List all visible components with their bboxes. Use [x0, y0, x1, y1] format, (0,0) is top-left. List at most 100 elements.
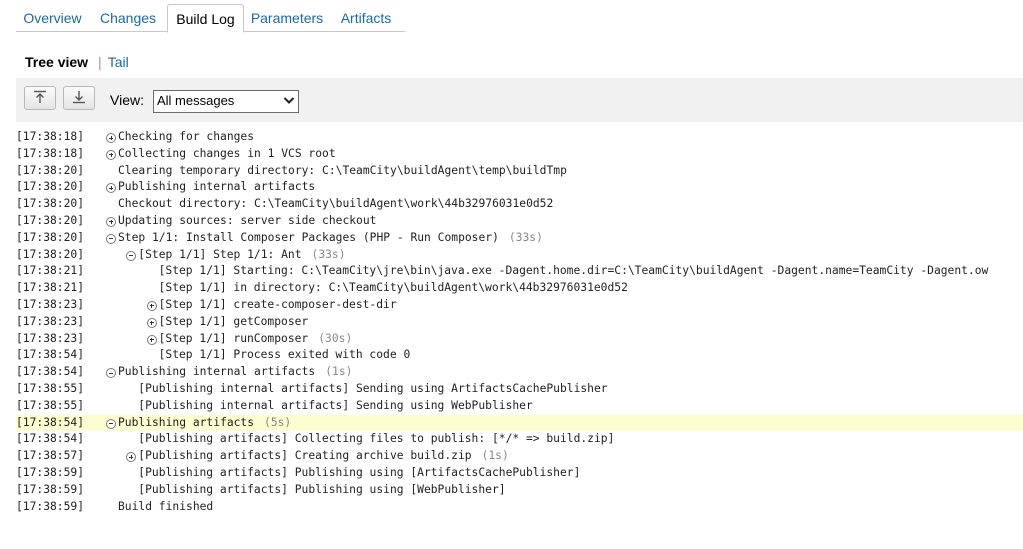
expand-icon[interactable] — [106, 133, 116, 143]
log-text: Publishing internal artifacts — [118, 365, 316, 379]
scroll-to-bottom-button[interactable] — [63, 86, 95, 110]
expand-icon[interactable] — [146, 317, 157, 328]
log-message: Checking for changes — [118, 129, 254, 146]
log-text: [Step 1/1] create-composer-dest-dir — [158, 297, 397, 311]
log-text: Publishing artifacts — [118, 415, 255, 429]
log-text: [Publishing artifacts] Publishing using … — [138, 482, 506, 496]
log-row: [17:38:54] [Step 1/1] Process exited with… — [16, 347, 1023, 364]
log-timestamp: [17:38:55] — [16, 398, 85, 412]
expand-icon[interactable] — [106, 149, 116, 160]
log-message: Step 1/1: Install Composer Packages (PHP… — [118, 230, 543, 247]
log-timestamp: [17:38:59] — [16, 465, 85, 479]
tab-build-log[interactable]: Build Log — [167, 4, 244, 33]
log-text: [Publishing internal artifacts] Sending … — [138, 381, 608, 395]
log-timestamp: [17:38:55] — [16, 381, 85, 395]
log-row: [17:38:20] Publishing internal artifacts — [16, 179, 1023, 196]
log-row: [17:38:18] Checking for changes — [16, 129, 1023, 146]
log-text: Step 1/1: Install Composer Packages (PHP… — [118, 230, 499, 244]
view-filter-value: All messages — [157, 93, 235, 108]
log-message: [Publishing artifacts] Publishing using … — [138, 482, 505, 499]
build-log: [17:38:18] Checking for changes [17:38:18]… — [16, 129, 1023, 515]
log-row: [17:38:20] Checkout directory: C:\TeamCit… — [16, 196, 1023, 213]
log-message: Build finished — [118, 499, 213, 516]
arrow-top-icon — [34, 90, 46, 103]
collapse-icon[interactable] — [126, 250, 137, 261]
view-label: View: — [110, 92, 144, 108]
log-text: [Step 1/1] Process exited with code 0 — [158, 348, 411, 362]
log-text: [Step 1/1] Starting: C:\TeamCity\jre\bin… — [158, 264, 989, 278]
log-message: [Step 1/1] in directory: C:\TeamCity\bui… — [159, 280, 628, 297]
log-duration: (1s) — [481, 449, 509, 463]
expand-icon[interactable] — [106, 216, 116, 227]
log-duration: (33s) — [508, 230, 543, 244]
log-text: Clearing temporary directory: C:\TeamCit… — [118, 163, 567, 177]
log-timestamp: [17:38:54] — [16, 365, 85, 379]
log-text: Updating sources: server side checkout — [118, 213, 377, 227]
log-timestamp: [17:38:20] — [16, 230, 85, 244]
tab-changes[interactable]: Changes — [93, 4, 163, 31]
tail-link[interactable]: Tail — [108, 54, 129, 70]
log-message: [Publishing artifacts] Creating archive … — [138, 448, 508, 465]
log-timestamp: [17:38:20] — [16, 197, 85, 211]
log-message: [Step 1/1] create-composer-dest-dir — [159, 297, 397, 314]
log-toolbar: View: All messages — [16, 78, 1023, 122]
log-row: [17:38:55] [Publishing internal artifacts… — [16, 381, 1023, 398]
log-timestamp: [17:38:23] — [16, 314, 85, 328]
log-message: [Publishing artifacts] Publishing using … — [138, 465, 580, 482]
log-row: [17:38:18] Collecting changes in 1 VCS ro… — [16, 146, 1023, 163]
log-message: Clearing temporary directory: C:\TeamCit… — [118, 163, 567, 180]
log-row: [17:38:54] Publishing internal artifacts (… — [16, 364, 1023, 381]
log-row: [17:38:20] Clearing temporary directory: … — [16, 163, 1023, 180]
log-message: [Step 1/1] Process exited with code 0 — [159, 347, 411, 364]
tab-artifacts[interactable]: Artifacts — [335, 4, 397, 31]
log-timestamp: [17:38:54] — [16, 348, 85, 362]
log-timestamp: [17:38:21] — [16, 264, 85, 278]
log-timestamp: [17:38:23] — [16, 297, 85, 311]
tab-overview[interactable]: Overview — [16, 4, 89, 31]
log-text: [Publishing artifacts] Collecting files … — [138, 432, 615, 446]
log-timestamp: [17:38:59] — [16, 482, 85, 496]
log-text: Publishing internal artifacts — [118, 180, 316, 194]
log-text: [Step 1/1] Step 1/1: Ant — [138, 247, 302, 261]
log-timestamp: [17:38:20] — [16, 247, 85, 261]
log-message: [Publishing internal artifacts] Sending … — [138, 381, 607, 398]
collapse-icon[interactable] — [106, 418, 116, 429]
expand-icon[interactable] — [146, 300, 157, 311]
build-tabs: Overview Changes Build Log Parameters Ar… — [16, 4, 405, 33]
expand-icon[interactable] — [146, 334, 157, 345]
expand-icon[interactable] — [126, 452, 137, 463]
log-row: [17:38:54] Publishing artifacts (5s) — [16, 414, 1023, 432]
arrow-bottom-icon — [73, 91, 85, 104]
log-text: Checking for changes — [118, 130, 255, 143]
log-message: Collecting changes in 1 VCS root — [118, 146, 336, 163]
log-message: Updating sources: server side checkout — [118, 213, 376, 230]
log-row: [17:38:59] [Publishing artifacts] Publish… — [16, 482, 1023, 499]
log-row: [17:38:23] [Step 1/1] create-composer-des… — [16, 297, 1023, 314]
log-timestamp: [17:38:20] — [16, 213, 85, 227]
log-timestamp: [17:38:18] — [16, 130, 85, 143]
log-row: [17:38:54] [Publishing artifacts] Collect… — [16, 431, 1023, 448]
log-message: [Step 1/1] Starting: C:\TeamCity\jre\bin… — [159, 263, 989, 280]
log-row: [17:38:20] Step 1/1: Install Composer Pac… — [16, 230, 1023, 247]
log-row: [17:38:23] [Step 1/1] getComposer — [16, 314, 1023, 331]
log-timestamp: [17:38:59] — [16, 499, 85, 513]
view-filter-select[interactable]: All messages — [153, 90, 299, 113]
log-text: [Publishing internal artifacts] Sending … — [138, 398, 533, 412]
expand-icon[interactable] — [106, 183, 116, 194]
log-text: [Publishing artifacts] Creating archive … — [138, 449, 472, 463]
scroll-to-top-button[interactable] — [24, 86, 56, 110]
log-message: [Step 1/1] runComposer (30s) — [159, 331, 353, 348]
log-row: [17:38:21] [Step 1/1] in directory: C:\Te… — [16, 280, 1023, 297]
tree-view-label: Tree view — [25, 54, 89, 70]
log-message: [Publishing internal artifacts] Sending … — [138, 398, 532, 415]
log-row: [17:38:59] Build finished — [16, 499, 1023, 516]
log-timestamp: [17:38:57] — [16, 449, 85, 463]
log-row: [17:38:20] [Step 1/1] Step 1/1: Ant (33s) — [16, 247, 1023, 264]
collapse-icon[interactable] — [106, 233, 116, 244]
log-row: [17:38:59] [Publishing artifacts] Publish… — [16, 465, 1023, 482]
log-message: Publishing artifacts (5s) — [118, 415, 291, 432]
log-message: [Step 1/1] getComposer — [159, 314, 309, 331]
collapse-icon[interactable] — [106, 368, 116, 379]
tab-parameters[interactable]: Parameters — [247, 4, 327, 31]
log-timestamp: [17:38:20] — [16, 163, 85, 177]
